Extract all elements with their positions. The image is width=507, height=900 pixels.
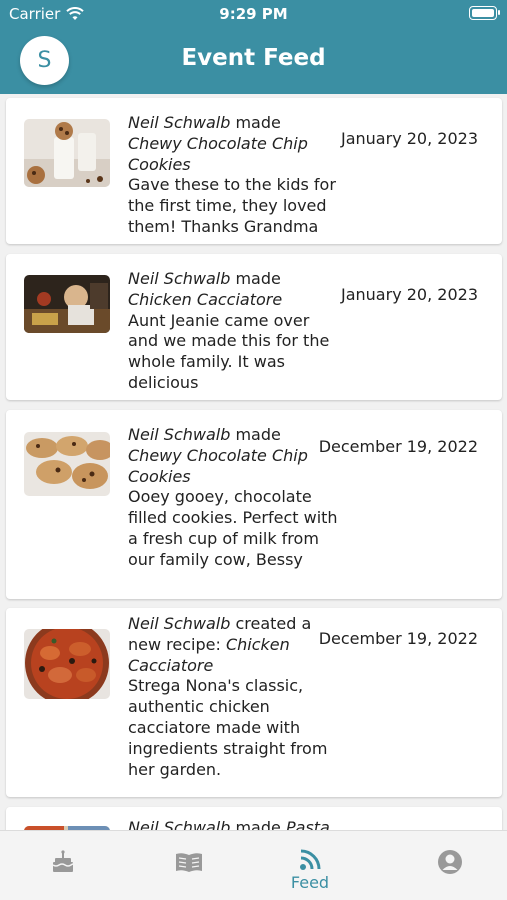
feed-icon: [300, 849, 321, 870]
feed-recipe[interactable]: Chewy Chocolate Chip Cookies: [128, 134, 308, 174]
tab-profile[interactable]: [387, 831, 507, 900]
recipe-thumbnail: [24, 432, 110, 496]
feed-user[interactable]: Neil Schwalb: [128, 614, 230, 633]
feed-item[interactable]: Neil Schwalb made Pasta: [6, 807, 502, 830]
page-title: Event Feed: [181, 45, 326, 71]
feed-item[interactable]: Neil Schwalb made Chicken Cacciatore Aun…: [6, 254, 502, 400]
feed-item-text: Neil Schwalb made Chewy Chocolate Chip C…: [128, 113, 340, 238]
feed-item-text: Neil Schwalb created a new recipe: Chick…: [128, 614, 340, 780]
feed-description: Aunt Jeanie came over and we made this f…: [128, 310, 330, 392]
feed-user[interactable]: Neil Schwalb: [128, 113, 230, 132]
tab-feed-label: Feed: [290, 873, 330, 892]
feed-description: Gave these to the kids for the first tim…: [128, 175, 336, 236]
feed-action: made: [230, 113, 281, 132]
status-bar: Carrier 9:29 PM: [0, 0, 507, 30]
feed-recipe[interactable]: Chicken Cacciatore: [128, 290, 282, 309]
profile-icon: [438, 850, 462, 874]
feed-user[interactable]: Neil Schwalb: [128, 818, 230, 830]
feed-item[interactable]: Neil Schwalb made Chewy Chocolate Chip C…: [6, 410, 502, 599]
feed-date: December 19, 2022: [318, 437, 478, 456]
feed-action: made: [230, 818, 286, 830]
app-header: Carrier 9:29 PM S Event Feed: [0, 0, 507, 94]
tab-home[interactable]: [0, 831, 126, 900]
feed-item-text: Neil Schwalb made Chicken Cacciatore Aun…: [128, 269, 340, 394]
feed-user[interactable]: Neil Schwalb: [128, 425, 230, 444]
feed-item-text: Neil Schwalb made Pasta: [128, 818, 368, 830]
status-time: 9:29 PM: [219, 5, 288, 23]
cake-icon: [52, 850, 74, 872]
feed-item-text: Neil Schwalb made Chewy Chocolate Chip C…: [128, 425, 340, 571]
feed-description: Strega Nona's classic, authentic chicken…: [128, 676, 328, 779]
feed-date: January 20, 2023: [341, 129, 478, 148]
feed-recipe[interactable]: Chewy Chocolate Chip Cookies: [128, 446, 308, 486]
recipe-thumbnail: [24, 119, 110, 187]
feed-action: made: [230, 269, 281, 288]
tab-feed[interactable]: Feed: [247, 831, 373, 900]
tab-bar: Feed: [0, 830, 507, 900]
feed-date: January 20, 2023: [341, 285, 478, 304]
recipe-thumbnail: [24, 629, 110, 699]
feed-date: December 19, 2022: [318, 629, 478, 648]
feed-action: made: [230, 425, 281, 444]
feed-description: Ooey gooey, chocolate filled cookies. Pe…: [128, 487, 338, 569]
recipe-thumbnail: [24, 275, 110, 333]
feed-user[interactable]: Neil Schwalb: [128, 269, 230, 288]
tab-recipes[interactable]: [126, 831, 252, 900]
book-icon: [176, 853, 202, 872]
battery-icon: [469, 6, 500, 20]
feed-item[interactable]: Neil Schwalb made Chewy Chocolate Chip C…: [6, 98, 502, 244]
feed-recipe[interactable]: Pasta: [286, 818, 330, 830]
feed-item[interactable]: Neil Schwalb created a new recipe: Chick…: [6, 608, 502, 797]
event-feed[interactable]: Neil Schwalb made Chewy Chocolate Chip C…: [0, 94, 507, 830]
